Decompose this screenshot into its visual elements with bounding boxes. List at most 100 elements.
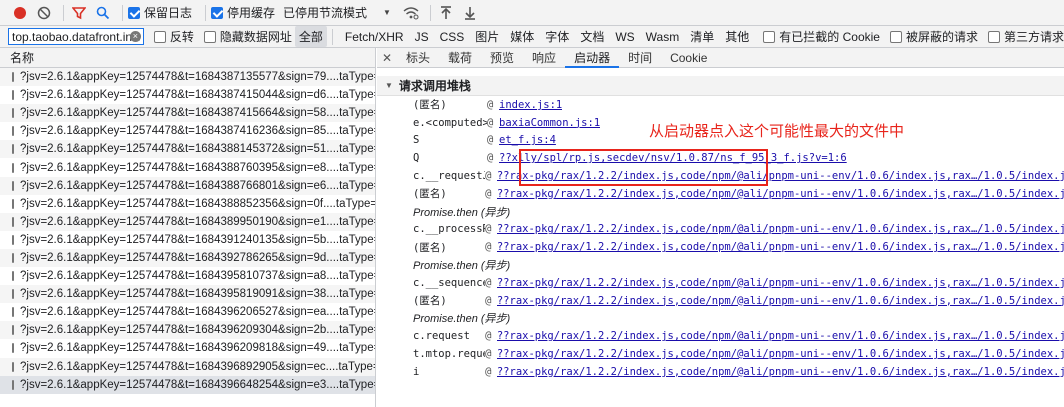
- table-row[interactable]: ?jsv=2.6.1&appKey=12574478&t=16843958190…: [0, 285, 375, 304]
- tab-timing[interactable]: 时间: [619, 48, 661, 68]
- tab-cookies[interactable]: Cookie: [661, 48, 716, 68]
- throttle-select[interactable]: 已停用节流模式 ▼: [283, 4, 391, 21]
- checkbox-box[interactable]: [153, 30, 166, 43]
- frame-function: c.request: [413, 330, 470, 343]
- clear-filter-icon[interactable]: ×: [129, 31, 141, 42]
- type-filter-doc[interactable]: 文档: [576, 26, 608, 47]
- type-filter-font[interactable]: 字体: [541, 26, 573, 47]
- blocked-requests-checkbox[interactable]: 被屏蔽的请求: [889, 28, 978, 45]
- table-row[interactable]: ?jsv=2.6.1&appKey=12574478&t=16843874162…: [0, 122, 375, 140]
- detail-tabs: ✕ 标头 载荷 预览 响应 启动器 时间 Cookie: [377, 48, 1064, 68]
- request-name: ?jsv=2.6.1&appKey=12574478&t=16843874162…: [20, 125, 375, 138]
- checkbox-box[interactable]: [763, 30, 776, 43]
- hide-data-urls-checkbox[interactable]: 隐藏数据网址: [203, 28, 292, 45]
- tab-payload[interactable]: 载荷: [439, 48, 481, 68]
- type-filter-css[interactable]: CSS: [436, 28, 469, 46]
- type-filter-fetch-xhr[interactable]: Fetch/XHR: [341, 28, 408, 46]
- checkbox-box[interactable]: [987, 30, 1000, 43]
- network-conditions-icon[interactable]: [401, 3, 421, 23]
- close-icon[interactable]: ✕: [377, 51, 397, 65]
- record-icon[interactable]: [10, 3, 30, 23]
- frame-function: Promise.then (异步): [413, 206, 511, 219]
- frame-source-link[interactable]: ??rax-pkg/rax/1.2.2/index.js,code/npm/@a…: [497, 366, 1064, 378]
- table-row[interactable]: ?jsv=2.6.1&appKey=12574478&t=16843958107…: [0, 267, 375, 285]
- at-symbol: @: [487, 152, 494, 165]
- frame-function: (匿名): [413, 99, 447, 112]
- table-row[interactable]: ?jsv=2.6.1&appKey=12574478&t=16843962093…: [0, 321, 375, 340]
- checkbox-box[interactable]: [128, 6, 140, 19]
- network-toolbar: 保留日志 停用缓存 已停用节流模式 ▼: [0, 0, 1064, 26]
- third-party-checkbox[interactable]: 第三方请求: [987, 28, 1064, 45]
- table-row[interactable]: ?jsv=2.6.1&appKey=12574478&t=16843888523…: [0, 195, 375, 213]
- frame-source-link[interactable]: ??rax-pkg/rax/1.2.2/index.js,code/npm/@a…: [497, 188, 1064, 200]
- preserve-log-label: 保留日志: [144, 6, 193, 20]
- blocked-cookies-checkbox[interactable]: 有已拦截的 Cookie: [763, 28, 880, 45]
- frame-source-link[interactable]: ??rax-pkg/rax/1.2.2/index.js,code/npm/@a…: [497, 277, 1064, 289]
- table-row[interactable]: ?jsv=2.6.1&appKey=12574478&t=16843962098…: [0, 339, 375, 357]
- request-name: ?jsv=2.6.1&appKey=12574478&t=16843962093…: [20, 324, 375, 337]
- filter-icon[interactable]: [69, 3, 89, 23]
- clear-icon[interactable]: [34, 3, 54, 23]
- at-symbol: @: [487, 134, 494, 147]
- type-filter-ws[interactable]: WS: [611, 28, 638, 46]
- request-name: ?jsv=2.6.1&appKey=12574478&t=16843881453…: [20, 143, 375, 156]
- frame-source-link[interactable]: baxiaCommon.js:1: [499, 117, 600, 129]
- search-icon[interactable]: [93, 3, 113, 23]
- export-har-icon[interactable]: [460, 3, 480, 23]
- request-type-icon: [12, 234, 14, 245]
- call-stack-section-header[interactable]: ▼ 请求调用堆栈: [377, 76, 1064, 96]
- frame-source-link[interactable]: ??rax-pkg/rax/1.2.2/index.js,code/npm/@a…: [497, 223, 1064, 235]
- checkbox-box[interactable]: [889, 30, 902, 43]
- tab-initiator[interactable]: 启动器: [565, 48, 620, 68]
- table-row[interactable]: ?jsv=2.6.1&appKey=12574478&t=16843887603…: [0, 158, 375, 176]
- toolbar-separator: [63, 4, 64, 21]
- checkbox-box[interactable]: [203, 30, 216, 43]
- table-row[interactable]: ?jsv=2.6.1&appKey=12574478&t=16843871355…: [0, 68, 375, 87]
- preserve-log-checkbox[interactable]: 保留日志: [128, 4, 192, 21]
- filter-input-box[interactable]: ×: [8, 28, 144, 45]
- table-row[interactable]: ?jsv=2.6.1&appKey=12574478&t=16843874150…: [0, 86, 375, 104]
- frame-source-link[interactable]: et_f.js:4: [499, 134, 556, 146]
- tab-preview[interactable]: 预览: [481, 48, 523, 68]
- type-filter-js[interactable]: JS: [411, 28, 433, 46]
- frame-source-link[interactable]: ??rax-pkg/rax/1.2.2/index.js,code/npm/@a…: [497, 348, 1064, 360]
- type-filter-wasm[interactable]: Wasm: [642, 28, 684, 46]
- chevron-down-icon: ▼: [383, 8, 391, 17]
- at-symbol: @: [485, 241, 492, 254]
- type-filter-media[interactable]: 媒体: [506, 26, 538, 47]
- tab-headers[interactable]: 标头: [397, 48, 439, 68]
- frame-function: Promise.then (异步): [413, 313, 511, 326]
- type-filter-img[interactable]: 图片: [471, 26, 503, 47]
- request-name: ?jsv=2.6.1&appKey=12574478&t=16843968929…: [20, 360, 375, 373]
- table-row[interactable]: ?jsv=2.6.1&appKey=12574478&t=16843912401…: [0, 231, 375, 249]
- import-har-icon[interactable]: [436, 3, 456, 23]
- table-row[interactable]: ?jsv=2.6.1&appKey=12574478&t=16843968929…: [0, 357, 375, 376]
- table-row[interactable]: ?jsv=2.6.1&appKey=12574478&t=16843874156…: [0, 104, 375, 123]
- at-symbol: @: [485, 294, 492, 307]
- table-row[interactable]: ?jsv=2.6.1&appKey=12574478&t=16843881453…: [0, 140, 375, 159]
- toolbar-separator: [205, 4, 207, 21]
- toolbar-separator: [429, 4, 431, 21]
- name-column-header[interactable]: 名称: [0, 48, 375, 68]
- frame-source-link[interactable]: ??rax-pkg/rax/1.2.2/index.js,code/npm/@a…: [497, 295, 1064, 307]
- type-filter-manifest[interactable]: 清单: [686, 26, 718, 47]
- type-filter-all[interactable]: 全部: [294, 26, 327, 47]
- disable-cache-checkbox[interactable]: 停用缓存: [211, 4, 275, 21]
- table-row[interactable]: ?jsv=2.6.1&appKey=12574478&t=16843927862…: [0, 248, 375, 268]
- frame-source-link[interactable]: ??rax-pkg/rax/1.2.2/index.js,code/npm/@a…: [497, 241, 1064, 253]
- table-row[interactable]: ?jsv=2.6.1&appKey=12574478&t=16843887668…: [0, 176, 375, 195]
- table-row[interactable]: ?jsv=2.6.1&appKey=12574478&t=16843899501…: [0, 212, 375, 231]
- frame-source-link[interactable]: index.js:1: [499, 99, 562, 111]
- frame-source-link[interactable]: ??rax-pkg/rax/1.2.2/index.js,code/npm/@a…: [497, 330, 1064, 342]
- disable-cache-label: 停用缓存: [227, 6, 276, 20]
- request-type-icon: [12, 216, 14, 227]
- tab-response[interactable]: 响应: [523, 48, 565, 68]
- filter-input[interactable]: [12, 29, 140, 44]
- checkbox-box[interactable]: [211, 6, 224, 19]
- invert-checkbox[interactable]: 反转: [153, 28, 194, 45]
- type-filter-other[interactable]: 其他: [721, 26, 753, 47]
- at-symbol: @: [485, 330, 492, 343]
- request-name: ?jsv=2.6.1&appKey=12574478&t=16843962098…: [20, 342, 375, 355]
- table-row[interactable]: ?jsv=2.6.1&appKey=12574478&t=16843962065…: [0, 303, 375, 321]
- table-row[interactable]: ?jsv=2.6.1&appKey=12574478&t=16843966482…: [0, 375, 375, 394]
